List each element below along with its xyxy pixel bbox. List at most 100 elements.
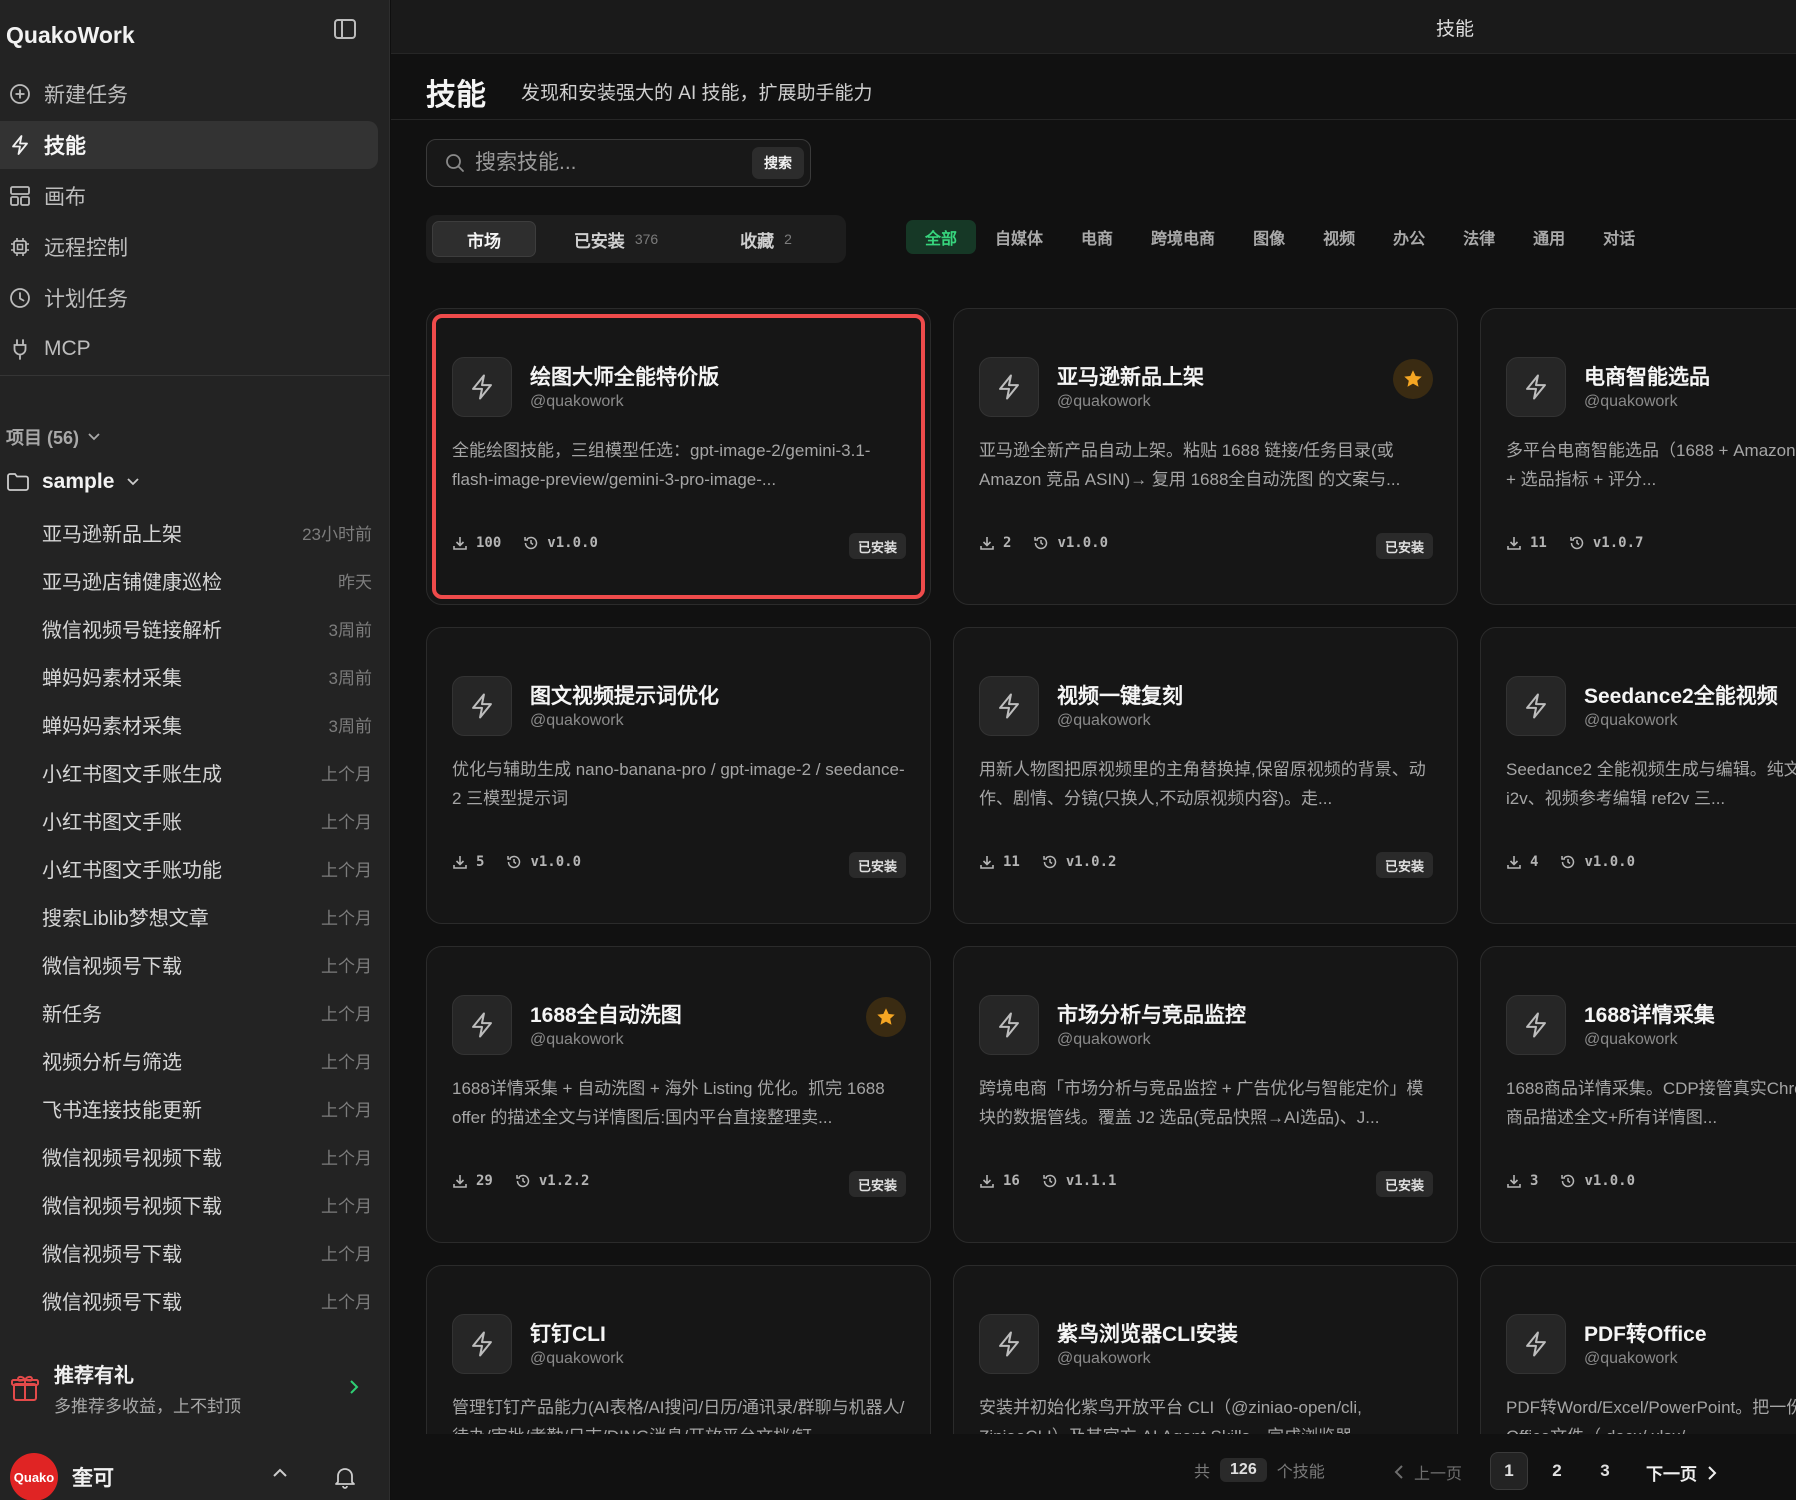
nav-remote-control[interactable]: 远程控制 [0,223,378,271]
category-chat[interactable]: 对话 [1584,220,1654,254]
skill-author: @quakowork [530,1031,624,1048]
folder-label: sample [42,470,115,493]
skill-description: 1688商品详情采集。CDP接管真实Chrome绕过1688反爬,抓商品描述全文… [1506,1079,1796,1127]
task-time: 上个月 [321,764,372,784]
star-icon[interactable] [866,997,906,1037]
category-cross-border[interactable]: 跨境电商 [1132,220,1234,254]
total-prefix: 共 [1194,1464,1211,1481]
avatar[interactable]: Quako [10,1453,58,1500]
skill-card[interactable]: Seedance2全能视频 @quakowork Seedance2 全能视频生成与… [1480,627,1796,924]
category-general[interactable]: 通用 [1514,220,1584,254]
skill-version: v1.0.0 [1057,535,1109,551]
task-time: 上个月 [321,1196,372,1216]
skill-meta: 4 v1.0.0 [1506,854,1635,870]
skill-version: v1.0.0 [1584,1173,1636,1189]
chevron-up-icon[interactable] [272,1467,288,1479]
tab-label: 收藏 [740,231,775,251]
list-item[interactable]: 搜索Liblib梦想文章 上个月 [0,892,390,940]
star-icon[interactable] [1393,359,1433,399]
skill-card[interactable]: 绘图大师全能特价版 @quakowork 全能绘图技能，三组模型任选：gpt-ima… [426,308,931,605]
tab-installed[interactable]: 已安装 376 [536,221,696,257]
list-item[interactable]: 微信视频号下载 上个月 [0,940,390,988]
chip-icon [8,235,32,259]
skill-version: v1.0.7 [1592,535,1644,551]
list-item[interactable]: 微信视频号视频下载 上个月 [0,1180,390,1228]
page-2-button[interactable]: 2 [1538,1452,1576,1490]
task-name: 微信视频号下载 [42,1243,182,1266]
prev-label: 上一页 [1414,1466,1463,1483]
list-item[interactable]: 小红书图文手账生成 上个月 [0,748,390,796]
search-input[interactable] [475,151,745,175]
history-icon [1570,536,1584,550]
next-page-button[interactable]: 下一页 [1646,1460,1717,1485]
skill-card[interactable]: 图文视频提示词优化 @quakowork 优化与辅助生成 nano-banana-p… [426,627,931,924]
list-item[interactable]: 小红书图文手账功能 上个月 [0,844,390,892]
list-item[interactable]: 飞书连接技能更新 上个月 [0,1084,390,1132]
list-item[interactable]: 蝉妈妈素材采集 3周前 [0,700,390,748]
skill-card[interactable]: 紫鸟浏览器CLI安装 @quakowork 安装并初始化紫鸟开放平台 CLI（@zi… [953,1265,1458,1434]
task-name: 亚马逊新品上架 [42,523,182,546]
nav-skills[interactable]: 技能 [0,121,378,169]
list-item[interactable]: 微信视频号视频下载 上个月 [0,1132,390,1180]
list-item[interactable]: 蝉妈妈素材采集 3周前 [0,652,390,700]
tab-favorites[interactable]: 收藏 2 [696,221,836,257]
skill-author: @quakowork [1584,1031,1678,1048]
total-number: 126 [1220,1458,1267,1482]
category-all[interactable]: 全部 [906,220,977,254]
history-icon [524,536,538,550]
task-name: 微信视频号下载 [42,955,182,978]
list-item[interactable]: 微信视频号下载 上个月 [0,1228,390,1276]
skill-author: @quakowork [530,712,624,729]
list-item[interactable]: 微信视频号下载 上个月 [0,1276,390,1324]
nav-mcp[interactable]: MCP [0,325,378,373]
category-law[interactable]: 法律 [1444,220,1514,254]
skill-card[interactable]: PDF转Office @quakowork PDF转Word/Excel/Power… [1480,1265,1796,1434]
user-profile[interactable]: Quako 奎可 [0,1453,390,1500]
list-item[interactable]: 小红书图文手账 上个月 [0,796,390,844]
category-image[interactable]: 图像 [1234,220,1304,254]
search-button[interactable]: 搜索 [752,147,804,179]
list-item[interactable]: 亚马逊店铺健康巡检 昨天 [0,556,390,604]
prev-page-button[interactable]: 上一页 [1394,1460,1462,1484]
skill-meta: 29 v1.2.2 [452,1173,589,1189]
skill-card[interactable]: 1688详情采集 @quakowork 1688商品详情采集。CDP接管真实Chro… [1480,946,1796,1243]
nav-canvas[interactable]: 画布 [0,172,378,220]
nav-scheduled-tasks[interactable]: 计划任务 [0,274,378,322]
skill-grid: 绘图大师全能特价版 @quakowork 全能绘图技能，三组模型任选：gpt-ima… [426,308,1796,1434]
task-time: 上个月 [321,908,372,928]
download-count: 3 [1530,1173,1539,1189]
category-self-media[interactable]: 自媒体 [976,220,1062,254]
folder-sample[interactable]: sample [6,470,140,494]
task-time: 23小时前 [302,524,372,544]
skill-card[interactable]: 亚马逊新品上架 @quakowork 亚马逊全新产品自动上架。粘贴 1688 链接/… [953,308,1458,605]
app-brand: QuakoWork [6,22,135,48]
nav-new-task[interactable]: 新建任务 [0,70,378,118]
skill-version: v1.2.2 [538,1173,590,1189]
skill-meta: 16 v1.1.1 [979,1173,1116,1189]
task-name: 小红书图文手账 [42,811,182,834]
page-3-button[interactable]: 3 [1586,1452,1624,1490]
list-item[interactable]: 视频分析与筛选 上个月 [0,1036,390,1084]
skill-card[interactable]: 钉钉CLI @quakowork 管理钉钉产品能力(AI表格/AI搜问/日历/通讯录… [426,1265,931,1434]
list-item[interactable]: 亚马逊新品上架 23小时前 [0,508,390,556]
referral-promo[interactable]: 推荐有礼 多推荐多收益，上不封顶 [0,1346,390,1430]
skill-author: @quakowork [1057,393,1151,410]
category-ecommerce[interactable]: 电商 [1062,220,1132,254]
skill-version: v1.0.2 [1065,854,1117,870]
skill-card[interactable]: 视频一键复刻 @quakowork 用新人物图把原视频里的主角替换掉,保留原视频的背… [953,627,1458,924]
page-1-button[interactable]: 1 [1490,1452,1528,1490]
bell-icon[interactable] [334,1465,356,1489]
list-item[interactable]: 微信视频号链接解析 3周前 [0,604,390,652]
lightning-icon [1506,1314,1566,1374]
tab-market[interactable]: 市场 [432,221,536,257]
list-item[interactable]: 新任务 上个月 [0,988,390,1036]
category-video[interactable]: 视频 [1304,220,1374,254]
skill-card[interactable]: 电商智能选品 @quakowork 多平台电商智能选品（1688 + Amazon … [1480,308,1796,605]
sidebar-toggle-icon[interactable] [330,14,360,44]
download-icon [1507,537,1521,550]
skill-card[interactable]: 市场分析与竞品监控 @quakowork 跨境电商「市场分析与竞品监控 + 广告优化… [953,946,1458,1243]
category-office[interactable]: 办公 [1374,220,1444,254]
skill-card[interactable]: 1688全自动洗图 @quakowork 1688详情采集 + 自动洗图 + 海外 … [426,946,931,1243]
projects-header[interactable]: 项目 (56) [6,424,101,450]
lightning-icon [1506,995,1566,1055]
